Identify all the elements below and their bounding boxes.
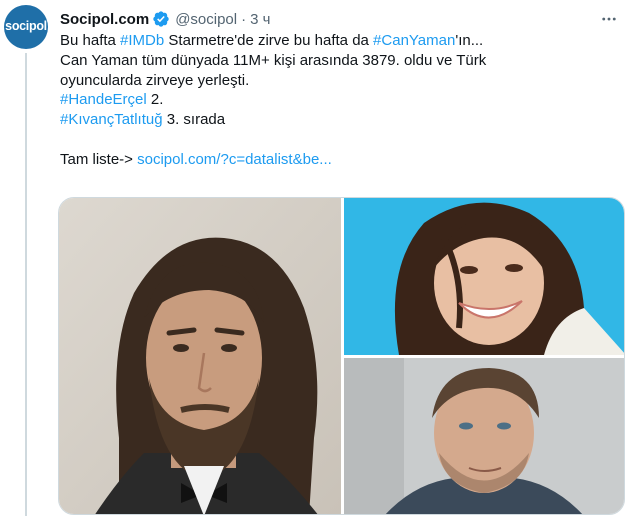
media-grid [58,197,625,515]
tweet-text: Bu hafta #IMDb Starmetre'de zirve bu haf… [60,31,620,170]
verified-badge-icon [152,10,170,28]
handle[interactable]: @socipol [175,11,237,28]
avatar[interactable]: socipol [4,5,48,49]
text-blank-line [60,130,620,150]
hashtag-canyaman-link[interactable]: #CanYaman [373,32,455,49]
text-segment: Tam liste-> [60,150,138,168]
text-segment: 'ın... [455,32,484,49]
more-options-icon [602,17,616,21]
avatar-logo-text: socipol [5,19,47,33]
full-list-link[interactable]: socipol.com/?c=datalist&be... [137,151,332,168]
text-line-7: Tam liste-> socipol.com/?c=datalist&be..… [60,150,620,170]
text-segment: 2. [146,91,164,109]
tweet-header: Socipol.com @socipol · 3 ч [60,8,270,30]
hashtag-handeercel-link[interactable]: #HandeErçel [60,91,147,108]
timestamp[interactable]: 3 ч [250,11,270,28]
thread-line [25,53,27,516]
photo-long-haired-man[interactable] [59,198,341,514]
text-line-3: oyuncularda zirveye yerleşti. [60,71,250,89]
separator-dot: · [241,10,247,28]
more-options-button[interactable] [596,8,622,30]
hashtag-imdb-link[interactable]: #IMDb [120,32,164,49]
text-line-5: #KıvançTatlıtuğ 3. sırada [60,110,620,130]
hashtag-kivanctatlitug-link[interactable]: #KıvançTatlıtuğ [60,111,163,128]
text-segment: 3. sırada [162,111,226,129]
text-line-2: Can Yaman tüm dünyada 11M+ kişi arasında… [60,51,487,69]
display-name[interactable]: Socipol.com [60,11,149,28]
text-segment: Bu hafta [60,32,121,49]
text-segment: Starmetre'de zirve bu hafta da [164,32,374,49]
photo-smiling-woman[interactable] [344,198,624,355]
text-line-1: Bu hafta #IMDb Starmetre'de zirve bu haf… [60,31,620,51]
photo-man-in-cap[interactable] [344,358,624,514]
text-line-4: #HandeErçel 2. [60,90,620,110]
